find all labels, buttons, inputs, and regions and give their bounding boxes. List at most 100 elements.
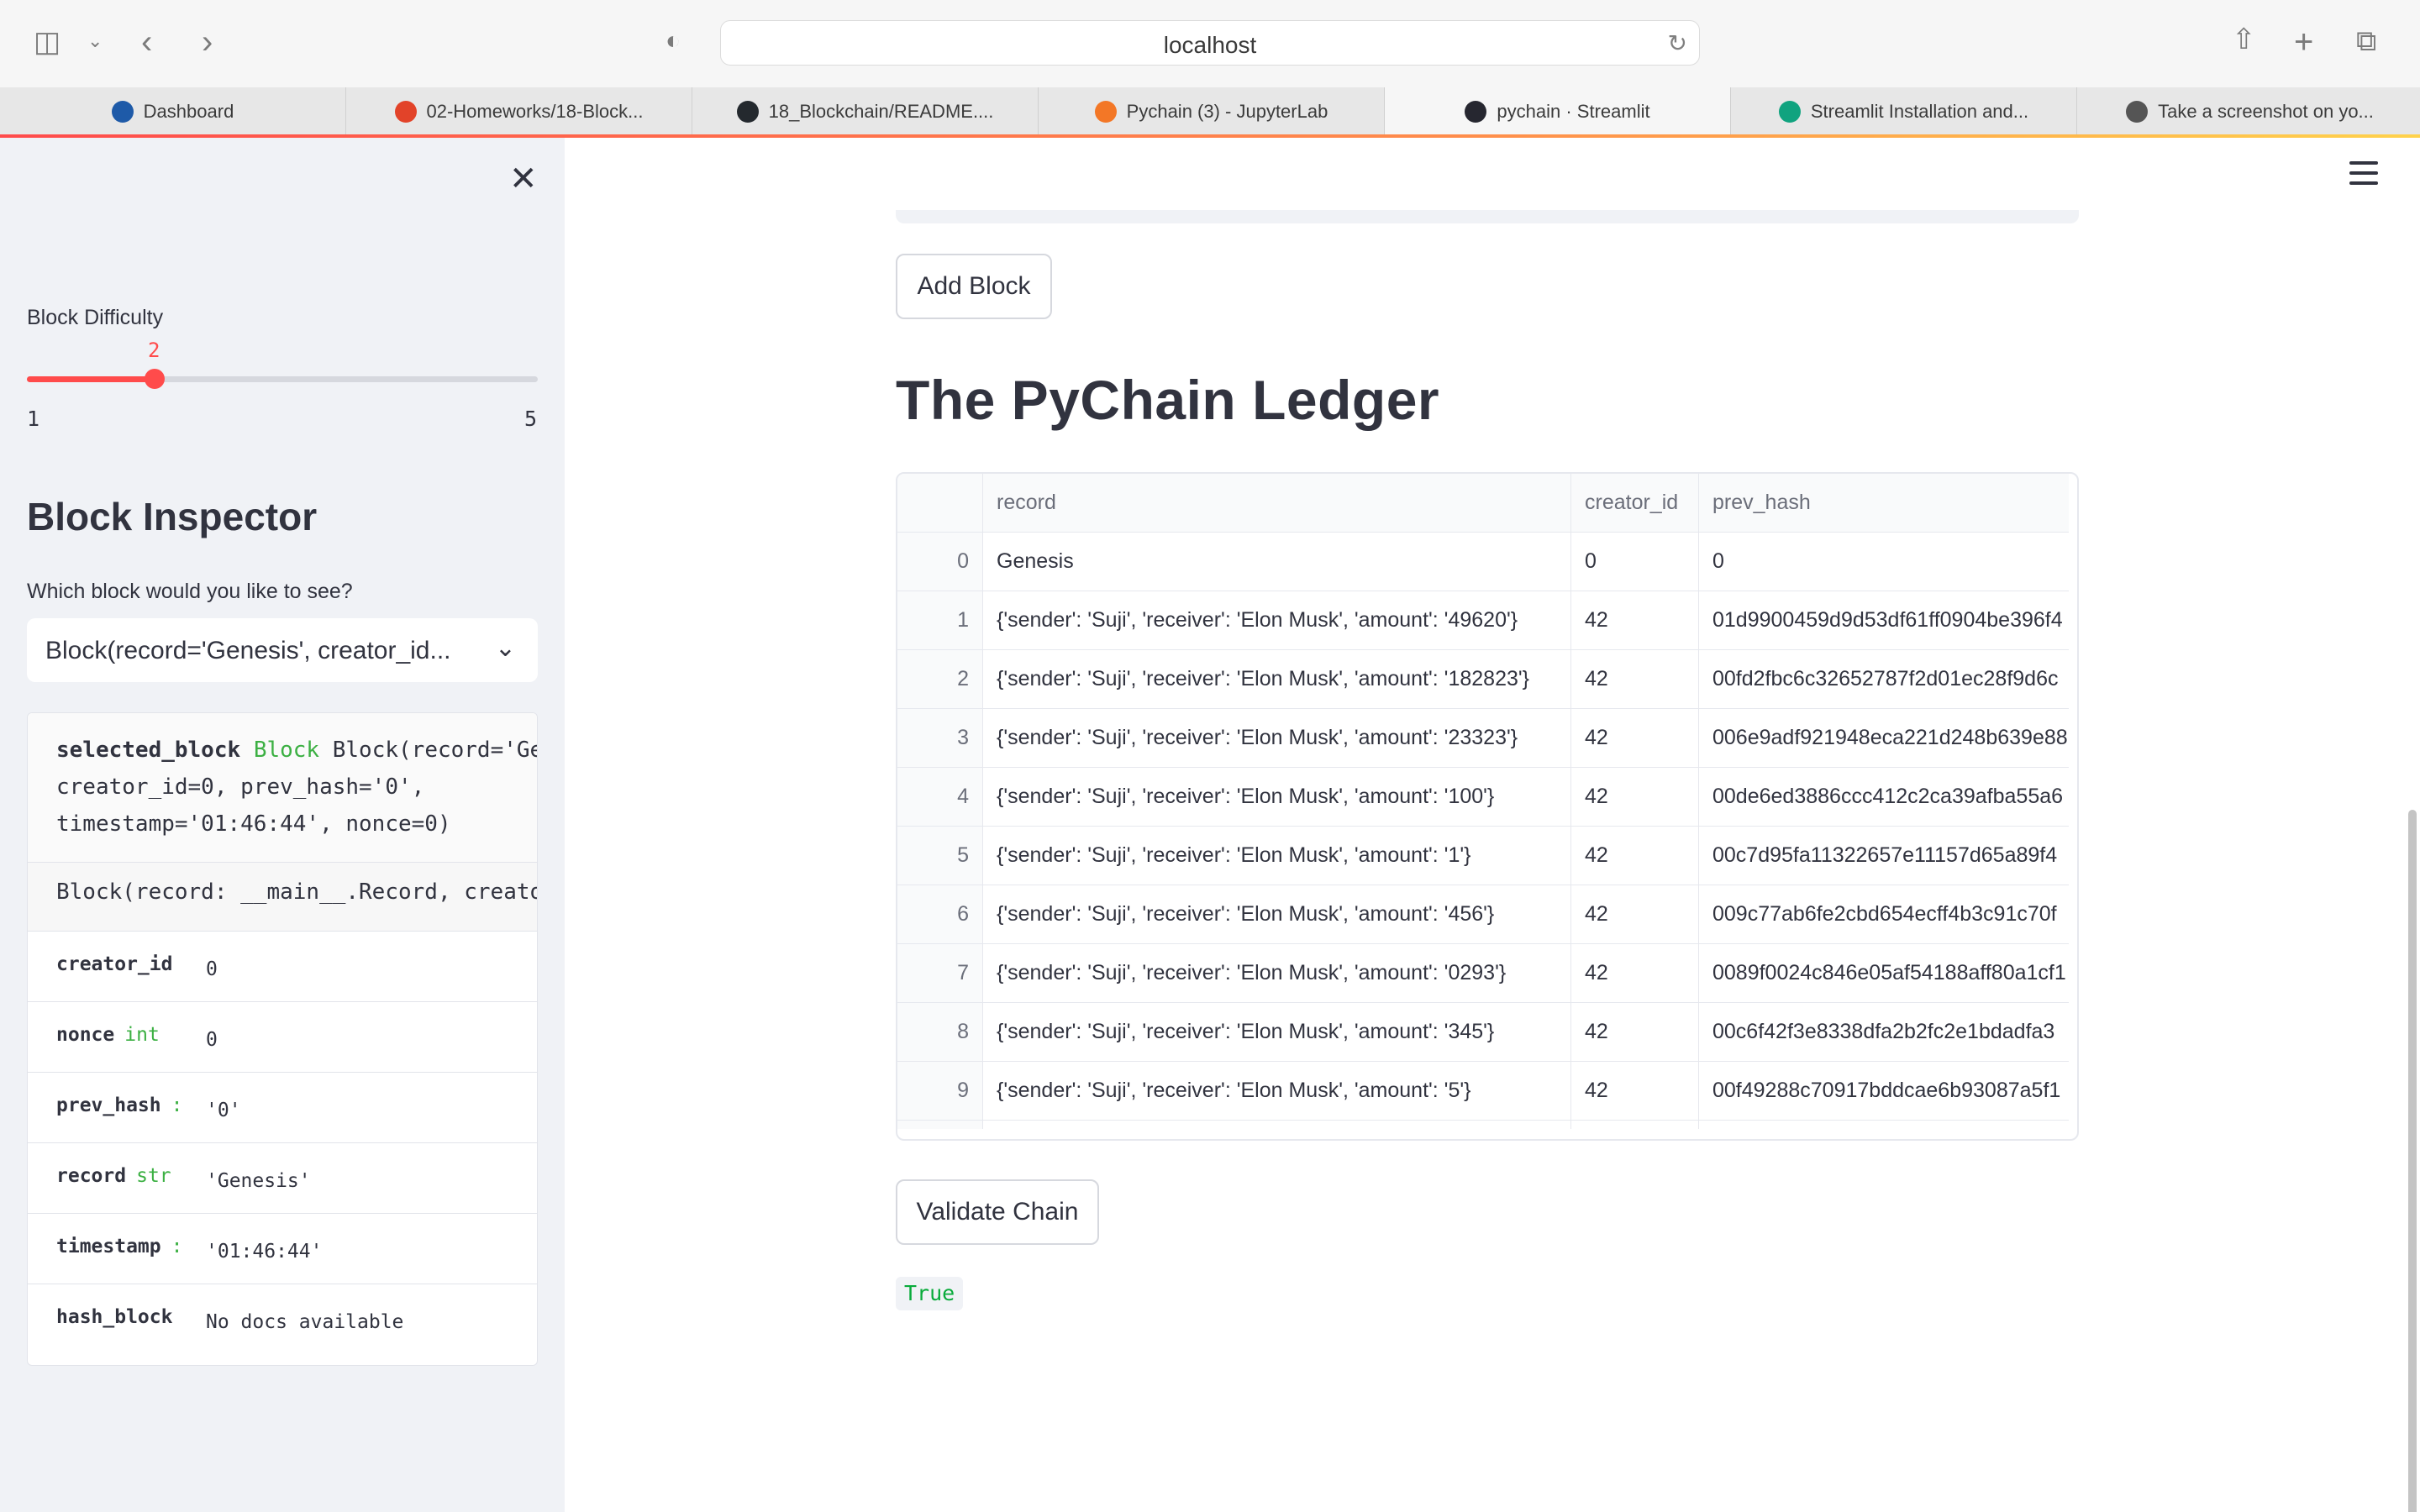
row-index[interactable]: 4 (897, 768, 983, 826)
sidebar-toggle-icon[interactable]: ◫ (34, 28, 60, 56)
table-row: 0 Genesis 0 0 (897, 533, 2069, 591)
tab-github[interactable]: 18_Blockchain/README.... (692, 87, 1039, 136)
tab-label: Take a screenshot on yo... (2158, 101, 2374, 122)
attr-row-hash-block: hash_block No docs available (28, 1284, 537, 1355)
tab-overview-icon[interactable]: ⧉ (2356, 27, 2376, 55)
inspect-header: selected_block Block Block(record='Genes… (28, 713, 537, 863)
ledger-title: The PyChain Ledger (896, 369, 1440, 431)
attr-name: prev_hash: (56, 1095, 182, 1116)
creator-id-cell[interactable]: 42 (1571, 709, 1699, 767)
validation-result: True (896, 1277, 964, 1310)
prev-hash-cell[interactable]: 0089f0024c846e05af54188aff80a1cf1 (1699, 944, 2069, 1002)
attr-row-timestamp: timestamp: '01:46:44' (28, 1214, 537, 1284)
creator-id-cell[interactable]: 42 (1571, 827, 1699, 885)
row-index[interactable]: 8 (897, 1003, 983, 1061)
tab-dashboard[interactable]: Dashboard (0, 87, 346, 136)
attr-name: timestamp: (56, 1236, 182, 1257)
inspect-repr-line2: creator_id=0, prev_hash='0', (56, 774, 425, 800)
reload-icon[interactable]: ↻ (1668, 29, 1687, 57)
attr-name: creator_id (56, 953, 182, 975)
prev-hash-cell[interactable]: 00c6f42f3e8338dfa2b2fc2e1bdadfa3 (1699, 1003, 2069, 1061)
record-cell[interactable]: {'sender': 'Suji', 'receiver': 'Elon Mus… (983, 944, 1571, 1002)
row-index[interactable]: 7 (897, 944, 983, 1002)
ledger-table[interactable]: record creator_id prev_hash 0 Genesis 0 0 1{… (896, 472, 2079, 1141)
close-sidebar-icon[interactable]: ✕ (509, 160, 538, 198)
header-record[interactable]: record (983, 474, 1571, 532)
inspect-docstring: Block(record: __main__.Record, creator_i… (28, 863, 537, 932)
record-cell[interactable]: {'sender': 'Suji', 'receiver': 'Elon Mus… (983, 591, 1571, 649)
prev-hash-cell[interactable]: 006e9adf921948eca221d248b639e88 (1699, 709, 2069, 767)
block-select-value: Block(record='Genesis', creator_id... (45, 637, 451, 664)
row-index[interactable]: 3 (897, 709, 983, 767)
record-cell[interactable]: Genesis (983, 533, 1571, 591)
attr-name-text: hash_block (56, 1306, 173, 1328)
menu-icon[interactable] (2349, 161, 2378, 192)
tab-jupyterlab[interactable]: Pychain (3) - JupyterLab (1039, 87, 1385, 136)
prev-hash-cell[interactable]: 00c7d95fa11322657e11157d65a89f4 (1699, 827, 2069, 885)
record-cell[interactable]: {'sender': 'Suji', 'receiver': 'Elon Mus… (983, 768, 1571, 826)
attr-row-prev-hash: prev_hash: '0' (28, 1073, 537, 1143)
validate-chain-button[interactable]: Validate Chain (896, 1179, 1099, 1245)
forward-icon[interactable]: › (202, 25, 213, 59)
prev-hash-cell[interactable]: 0 (1699, 533, 2069, 591)
record-cell[interactable]: {'sender': 'Suji', 'receiver': 'Elon Mus… (983, 885, 1571, 943)
creator-id-cell[interactable]: 42 (1571, 591, 1699, 649)
row-index[interactable]: 6 (897, 885, 983, 943)
creator-id-cell[interactable]: 42 (1571, 768, 1699, 826)
header-prev-hash[interactable]: prev_hash (1699, 474, 2069, 532)
creator-id-cell[interactable]: 42 (1571, 885, 1699, 943)
gitlab-favicon-icon (394, 101, 417, 123)
creator-id-cell[interactable]: 42 (1571, 944, 1699, 1002)
new-tab-icon[interactable]: + (2294, 25, 2313, 59)
creator-id-cell[interactable]: 0 (1571, 533, 1699, 591)
slider-fill (27, 376, 155, 382)
slider-current-value: 2 (148, 339, 160, 362)
tab-streamlit[interactable]: pychain · Streamlit (1385, 87, 1731, 136)
table-row: 8 {'sender': 'Suji', 'receiver': 'Elon Mu… (897, 1003, 2069, 1062)
slider-thumb[interactable] (145, 369, 165, 389)
row-index[interactable]: 0 (897, 533, 983, 591)
creator-id-cell[interactable]: 42 (1571, 1062, 1699, 1120)
difficulty-slider[interactable] (27, 369, 538, 389)
tab-streamlit-install[interactable]: Streamlit Installation and... (1731, 87, 2077, 136)
inspect-var-name: selected_block (56, 738, 241, 763)
record-cell[interactable]: {'sender': 'Suji', 'receiver': 'Elon Mus… (983, 1062, 1571, 1120)
row-index[interactable]: 2 (897, 650, 983, 708)
block-select[interactable]: Block(record='Genesis', creator_id... ⌄ (27, 618, 538, 682)
table-header-row: record creator_id prev_hash (897, 474, 2069, 533)
tab-label: Pychain (3) - JupyterLab (1126, 101, 1328, 122)
address-bar[interactable]: localhost ↻ (720, 20, 1700, 66)
attr-name-text: record (56, 1165, 127, 1187)
prev-hash-cell[interactable]: 009c77ab6fe2cbd654ecff4b3c91c70f (1699, 885, 2069, 943)
record-cell[interactable]: {'sender': 'Suji', 'receiver': 'Elon Mus… (983, 1003, 1571, 1061)
creator-id-cell[interactable]: 42 (1571, 1003, 1699, 1061)
creator-id-cell[interactable]: 42 (1571, 650, 1699, 708)
back-icon[interactable]: ‹ (141, 25, 152, 59)
row-index[interactable]: 1 (897, 591, 983, 649)
privacy-shield-icon[interactable]: ◐ (666, 29, 681, 54)
prev-hash-cell[interactable]: 01d9900459d9d53df61ff0904be396f4 (1699, 591, 2069, 649)
header-creator-id[interactable]: creator_id (1571, 474, 1699, 532)
row-index[interactable]: 9 (897, 1062, 983, 1120)
attr-name-text: prev_hash (56, 1095, 161, 1116)
record-cell[interactable]: {'sender': 'Suji', 'receiver': 'Elon Mus… (983, 650, 1571, 708)
prev-hash-cell[interactable]: 00f49288c70917bddcae6b93087a5f1 (1699, 1062, 2069, 1120)
page-scrollbar[interactable] (2408, 810, 2417, 1512)
add-block-button[interactable]: Add Block (896, 254, 1052, 319)
record-cell[interactable]: {'sender': 'Suji', 'receiver': 'Elon Mus… (983, 709, 1571, 767)
prev-hash-cell[interactable]: 00de6ed3886ccc412c2ca39afba55a6 (1699, 768, 2069, 826)
tab-screenshot[interactable]: Take a screenshot on yo... (2077, 87, 2420, 136)
chevron-down-icon[interactable]: ⌄ (87, 32, 103, 50)
row-index[interactable]: 5 (897, 827, 983, 885)
tab-gitlab[interactable]: 02-Homeworks/18-Block... (346, 87, 692, 136)
table-row-partial (897, 1121, 2069, 1129)
share-icon[interactable]: ⇧ (2232, 25, 2256, 54)
prev-hash-cell[interactable]: 00fd2fbc6c32652787f2d01ec28f9d6c (1699, 650, 2069, 708)
record-cell[interactable]: {'sender': 'Suji', 'receiver': 'Elon Mus… (983, 827, 1571, 885)
table-row: 6 {'sender': 'Suji', 'receiver': 'Elon Mu… (897, 885, 2069, 944)
empty-cell (983, 1121, 1571, 1129)
browser-toolbar: ◫ ⌄ ‹ › ◐ localhost ↻ ⇧ + ⧉ (0, 0, 2420, 87)
sidebar: ✕ Block Difficulty 2 1 5 Block Inspector… (0, 138, 565, 1512)
empty-cell (1699, 1121, 2069, 1129)
inspect-repr-line1: Block(record='Genesis', (332, 738, 537, 763)
